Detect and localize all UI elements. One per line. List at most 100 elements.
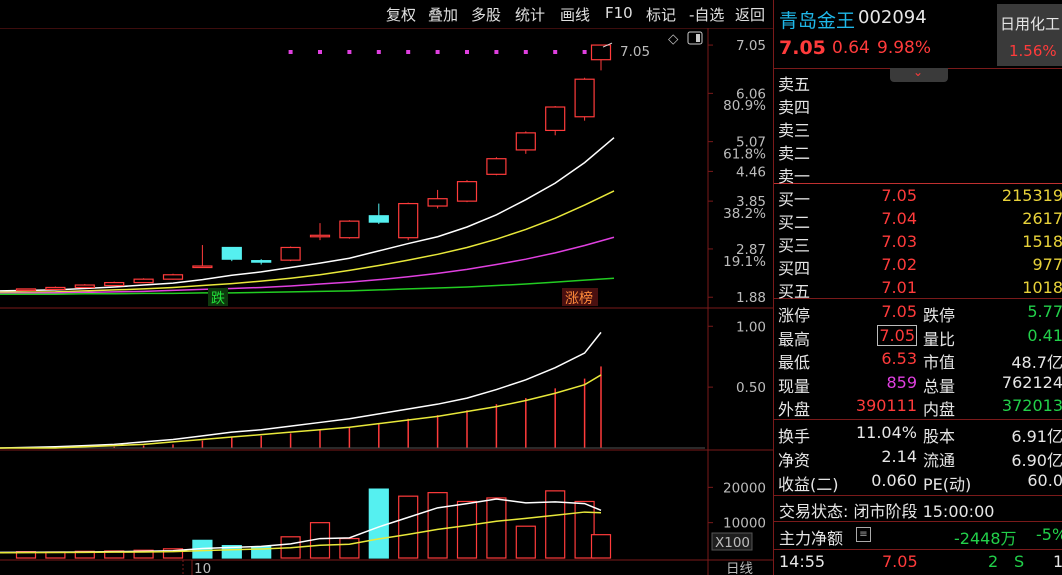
candle-body (74, 284, 95, 289)
candle-body (251, 260, 272, 263)
toolbar-button-5[interactable]: F10 (605, 4, 633, 22)
orderbook-sell-row: 卖四 (774, 93, 1062, 117)
buy-volume: 215319 (1001, 186, 1062, 205)
candle-body (192, 265, 213, 269)
date-label: 10 (194, 561, 211, 575)
sector-box[interactable]: 日用化工 1.56% (997, 4, 1062, 66)
tick-time: 14:55 (779, 552, 826, 571)
limit-marker-dot (288, 50, 293, 54)
sell-level-label: 卖四 (778, 98, 811, 117)
main-flow-pct: -5% (1036, 525, 1062, 544)
orderbook-buy-row: 买二 7.04 2617 (774, 208, 1062, 232)
stat-label: 流通 (923, 451, 956, 470)
stat-label: 净资 (778, 451, 811, 470)
tick-extra: 1 (1053, 552, 1062, 571)
limit-marker-dot (494, 50, 499, 54)
price-axis-label: 4.46 (736, 164, 766, 180)
stat-value: 5.77 (1027, 302, 1062, 321)
buy-level-label: 买四 (778, 259, 811, 278)
stats-row: 最高 7.05 量比 0.41 (774, 324, 1062, 349)
fib-axis-label: 61.8% (723, 146, 766, 162)
limit-marker-dot (406, 50, 411, 54)
volume-bar (339, 537, 360, 559)
candle-body (280, 246, 301, 261)
stat-label: PE(动) (923, 475, 972, 494)
stat-value: 859 (886, 372, 917, 392)
stat-value: 7.05 (881, 302, 917, 321)
orderbook-buy-row: 买五 7.01 1018 (774, 277, 1062, 301)
period-label[interactable]: 日线 (726, 561, 753, 575)
tick-price: 7.05 (882, 552, 918, 571)
orderbook-sell-row: 卖三 (774, 116, 1062, 140)
main-flow-row[interactable]: 主力净额 ≡ -2448万 -5% (774, 524, 1062, 548)
last-price: 7.05 (779, 37, 826, 59)
orderbook-sell-row: 卖一 (774, 162, 1062, 186)
candle-body (368, 215, 389, 223)
price-change: 0.64 (832, 38, 870, 58)
buy-price: 7.03 (881, 232, 917, 251)
candle-body (104, 281, 125, 287)
limit-marker-dot (523, 50, 528, 54)
kline-chart[interactable]: 7.056.065.074.463.852.871.8880.9%61.8%38… (0, 28, 773, 575)
tick-volume: 2 (988, 552, 999, 571)
stat-label: 收益(二) (778, 475, 839, 494)
trade-status: 交易状态: 闭市阶段 15:00:00 (779, 502, 995, 521)
candle-body (221, 246, 242, 260)
sell-level-label: 卖三 (778, 121, 811, 140)
tick-side: S (1014, 552, 1025, 571)
chart-toolbar: 复权 叠加 多股 统计 画线 F10 标记 -自选 返回 (0, 0, 773, 28)
toolbar-button-4[interactable]: 画线 (560, 4, 590, 25)
toolbar-button-8[interactable]: 返回 (735, 4, 765, 25)
toolbar-button-2[interactable]: 多股 (471, 4, 501, 25)
fib-axis-label: 19.1% (723, 254, 766, 270)
toolbar-button-6[interactable]: 标记 (646, 4, 676, 25)
indicator-line-line2 (0, 374, 602, 449)
buy-price: 7.02 (881, 255, 917, 274)
candle-body (15, 288, 37, 292)
stat-value: 60.0 (1027, 471, 1062, 490)
stat-value: 390111 (855, 396, 917, 415)
toolbar-button-7[interactable]: -自选 (689, 4, 724, 25)
stat-label: 量比 (923, 329, 956, 349)
orderbook-sell-row: 卖二 (774, 139, 1062, 163)
stat-label: 现量 (778, 376, 811, 396)
limit-marker-dot (376, 50, 381, 54)
price-marker-label: 7.05 (620, 44, 650, 60)
candle-body (515, 132, 536, 151)
price-change-pct: 9.98% (877, 38, 932, 58)
stat-value: 0.41 (1027, 325, 1062, 345)
tick-row: 14:55 7.05 2 S 1 (774, 551, 1062, 574)
candle-body (427, 198, 448, 207)
stats-row: 最低 6.53 市值 48.7亿 (774, 348, 1062, 372)
stat-value: 2.14 (881, 447, 917, 466)
stat-label: 最低 (778, 353, 811, 372)
candle-body (309, 234, 331, 238)
stats-row: 涨停 7.05 跌停 5.77 (774, 301, 1062, 325)
menu-icon[interactable]: ≡ (856, 527, 871, 542)
stat-value: 7.05 (877, 324, 917, 346)
stock-code: 002094 (858, 7, 927, 28)
toolbar-button-1[interactable]: 叠加 (428, 4, 458, 25)
toolbar-button-0[interactable]: 复权 (386, 4, 416, 25)
sell-level-label: 卖五 (778, 75, 811, 94)
stat-value: 11.04% (855, 423, 917, 442)
signal-down-label: 跌 (211, 291, 225, 307)
candle-body (398, 202, 419, 239)
quote-panel: 青岛金王 002094 7.05 0.64 9.98% 日用化工 1.56% ⌄… (773, 0, 1062, 575)
volume-bar (456, 500, 478, 559)
diamond-icon[interactable]: ◇ (668, 31, 679, 47)
stat-value: 0.060 (871, 471, 917, 490)
limit-marker-dot (435, 50, 440, 54)
volume-bar (545, 490, 566, 559)
buy-level-label: 买一 (778, 190, 811, 209)
buy-volume: 2617 (1022, 209, 1062, 228)
stat-label: 股本 (923, 427, 956, 446)
stat-value: 6.53 (881, 349, 917, 368)
stat-label: 跌停 (923, 306, 956, 325)
toolbar-button-3[interactable]: 统计 (515, 4, 545, 25)
limit-marker-dot (318, 50, 322, 54)
stat-label: 最高 (778, 329, 811, 349)
stock-name: 青岛金王 (779, 10, 856, 32)
stats2-row: 净资 2.14 流通 6.90亿 (774, 446, 1062, 470)
stat-label: 总量 (923, 376, 956, 396)
